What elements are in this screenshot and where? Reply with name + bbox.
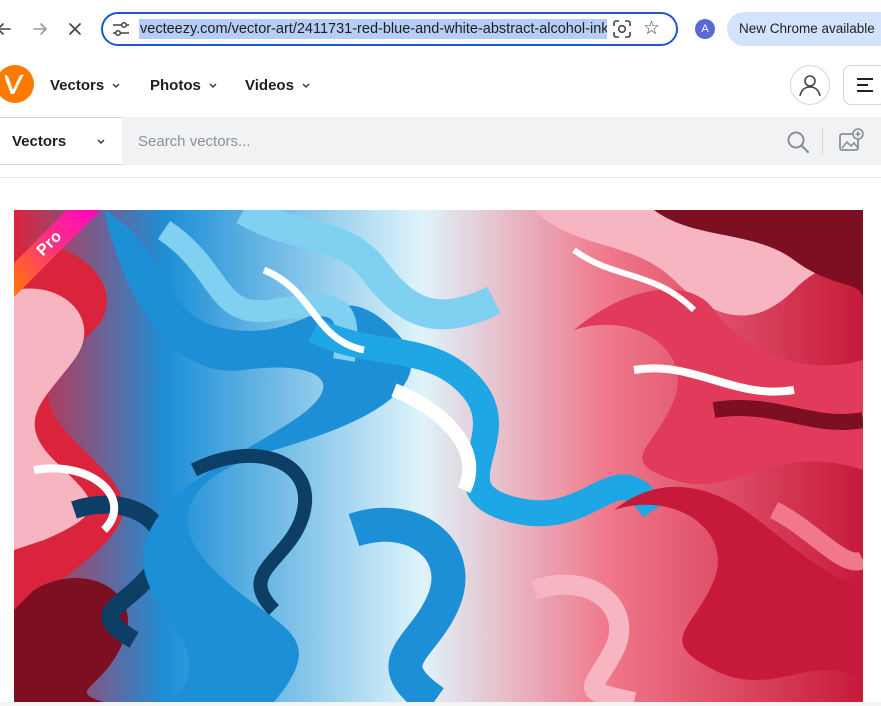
browser-toolbar: vecteezy.com/vector-art/2411731-red-blue… bbox=[0, 0, 881, 59]
nav-vectors[interactable]: Vectors bbox=[50, 77, 120, 94]
search-field bbox=[122, 117, 881, 165]
hamburger-menu-icon bbox=[857, 78, 873, 92]
nav-vectors-label: Vectors bbox=[50, 77, 105, 94]
site-settings-icon[interactable] bbox=[111, 20, 131, 38]
nav-videos[interactable]: Videos bbox=[245, 77, 310, 94]
address-bar[interactable]: vecteezy.com/vector-art/2411731-red-blue… bbox=[101, 12, 678, 46]
image-search-icon[interactable] bbox=[838, 128, 864, 152]
header-divider bbox=[0, 177, 881, 178]
chevron-down-icon bbox=[112, 83, 120, 88]
vecteezy-logo[interactable] bbox=[0, 65, 34, 103]
nav-videos-label: Videos bbox=[245, 77, 294, 94]
asset-preview-image[interactable]: Pro bbox=[14, 210, 863, 702]
account-button[interactable] bbox=[790, 65, 830, 105]
arrow-right-icon bbox=[33, 23, 48, 35]
search-divider bbox=[822, 127, 823, 155]
chevron-down-icon bbox=[97, 139, 105, 144]
user-icon bbox=[799, 75, 821, 97]
marble-ink-artwork bbox=[14, 210, 863, 702]
search-input[interactable] bbox=[122, 117, 762, 165]
bookmark-star-icon[interactable]: ☆ bbox=[643, 17, 660, 41]
vecteezy-v-icon bbox=[5, 74, 24, 94]
chrome-update-chip[interactable]: New Chrome available bbox=[727, 12, 881, 46]
google-lens-icon[interactable] bbox=[611, 19, 633, 39]
url-text[interactable]: vecteezy.com/vector-art/2411731-red-blue… bbox=[139, 19, 607, 39]
stop-loading-button[interactable] bbox=[61, 15, 89, 43]
profile-avatar[interactable]: A bbox=[695, 19, 715, 39]
nav-photos[interactable]: Photos bbox=[150, 77, 217, 94]
site-header: Vectors Photos Videos bbox=[0, 58, 881, 116]
asset-type-dropdown[interactable]: Vectors bbox=[0, 117, 122, 165]
chevron-down-icon bbox=[209, 83, 217, 88]
chevron-down-icon bbox=[302, 83, 310, 88]
arrow-left-icon bbox=[0, 23, 11, 35]
forward-button[interactable] bbox=[26, 15, 54, 43]
page-bottom-edge bbox=[0, 702, 881, 706]
asset-type-selected: Vectors bbox=[12, 133, 67, 150]
search-bar: Vectors bbox=[0, 117, 881, 165]
nav-photos-label: Photos bbox=[150, 77, 201, 94]
menu-button[interactable] bbox=[843, 65, 881, 105]
back-button[interactable] bbox=[0, 15, 18, 43]
search-icon[interactable] bbox=[786, 130, 810, 154]
close-icon bbox=[69, 23, 81, 35]
